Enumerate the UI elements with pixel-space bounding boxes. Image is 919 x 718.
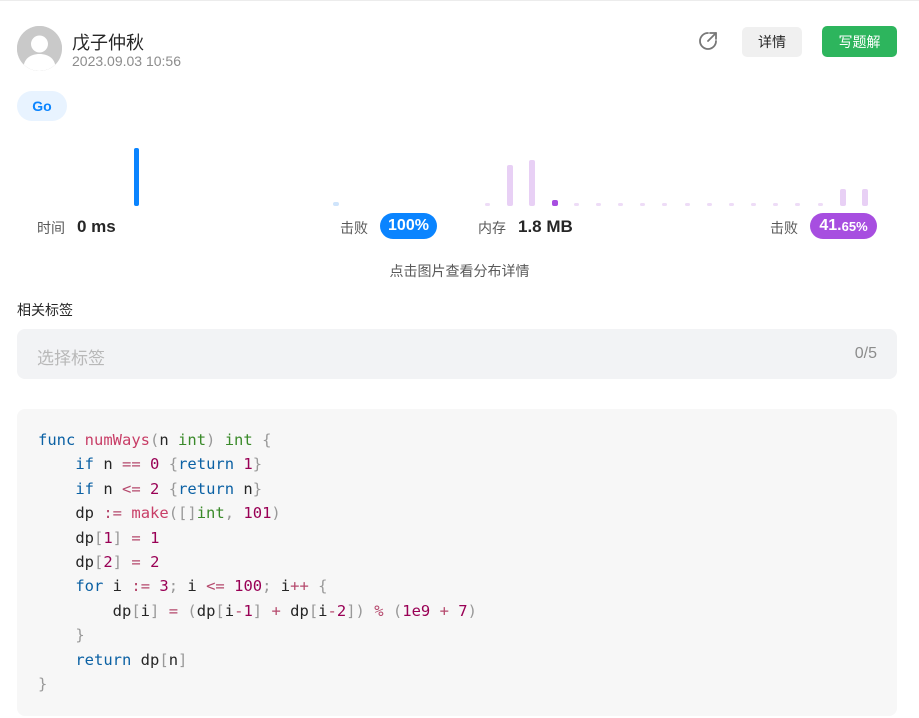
runtime-beat-label: 击败	[340, 220, 368, 236]
memory-bar	[773, 203, 778, 206]
runtime-beat-badge: 100%	[380, 213, 437, 239]
memory-bar	[729, 203, 734, 206]
memory-bar	[618, 203, 623, 206]
avatar[interactable]	[17, 26, 62, 71]
submission-datetime: 2023.09.03 10:56	[72, 53, 181, 69]
code-line: dp[2] = 2	[75, 552, 160, 571]
code-block[interactable]: func numWays(n int) int { if n == 0 {ret…	[17, 409, 897, 716]
top-divider	[0, 0, 919, 1]
runtime-bar-current	[134, 148, 139, 206]
runtime-bar	[333, 202, 339, 206]
memory-bar	[795, 203, 800, 206]
code-line: if n == 0 {return 1}	[75, 455, 263, 474]
memory-label: 内存	[478, 220, 506, 236]
code-content[interactable]: func numWays(n int) int { if n == 0 {ret…	[38, 428, 477, 696]
user-icon	[17, 26, 62, 71]
memory-bar	[507, 165, 513, 206]
memory-beat-badge: 41. 65%	[810, 213, 877, 239]
memory-bar	[485, 203, 490, 206]
runtime-label: 时间	[37, 220, 65, 236]
memory-bar	[707, 203, 712, 206]
memory-bar	[662, 203, 667, 206]
memory-bar	[862, 189, 868, 206]
memory-bar	[574, 203, 579, 206]
detail-button[interactable]: 详情	[742, 27, 802, 57]
write-solution-button[interactable]: 写题解	[822, 26, 897, 57]
tag-select-placeholder: 选择标签	[37, 349, 105, 368]
runtime-distribution-chart[interactable]	[30, 140, 440, 206]
memory-bar	[751, 203, 756, 206]
memory-bar	[685, 203, 690, 206]
code-line: for i := 3; i <= 100; i++ {	[75, 577, 328, 596]
code-line: return dp[n]	[75, 650, 188, 669]
share-icon[interactable]	[697, 30, 719, 52]
memory-bar	[640, 203, 645, 206]
memory-bar	[818, 203, 823, 206]
memory-bar	[840, 189, 846, 206]
runtime-value: 0 ms	[77, 217, 116, 236]
memory-beat-fraction: 65%	[841, 218, 868, 234]
username[interactable]: 戊子仲秋	[72, 29, 144, 55]
tag-select[interactable]: 选择标签 0/5	[17, 329, 897, 379]
code-line: dp := make([]int, 101)	[75, 504, 281, 523]
memory-value: 1.8 MB	[518, 217, 573, 236]
related-tags-title: 相关标签	[17, 302, 73, 318]
code-line: func numWays(n int) int {	[38, 431, 272, 449]
memory-beat-main: 41.	[819, 217, 842, 234]
memory-bar	[596, 203, 601, 206]
memory-bar-current	[552, 200, 558, 206]
memory-beat-label: 击败	[770, 220, 798, 236]
tag-count: 0/5	[854, 345, 877, 362]
code-line: if n <= 2 {return n}	[75, 479, 263, 498]
code-line: }	[75, 626, 85, 645]
code-line: dp[i] = (dp[i-1] + dp[i-2]) % (1e9 + 7)	[112, 601, 477, 620]
code-line: }	[38, 674, 48, 693]
distribution-hint-link[interactable]: 点击图片查看分布详情	[0, 261, 919, 281]
language-tag[interactable]: Go	[17, 91, 67, 121]
code-line: dp[1] = 1	[75, 528, 160, 547]
memory-bar	[529, 160, 535, 206]
memory-distribution-chart[interactable]	[476, 140, 886, 206]
